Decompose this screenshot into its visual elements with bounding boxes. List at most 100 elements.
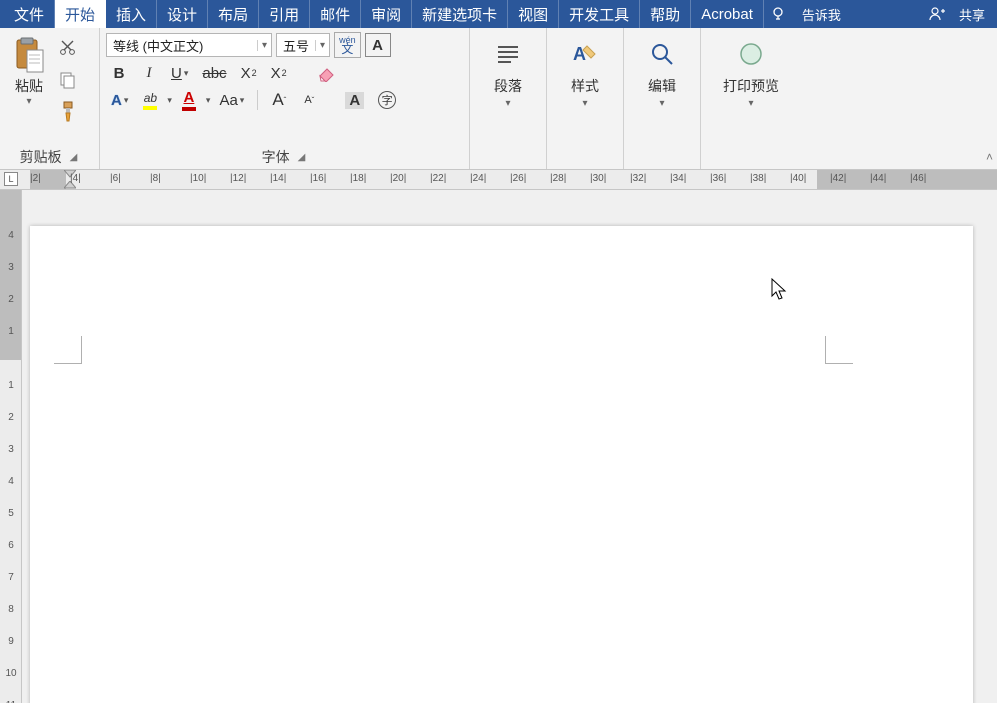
bold-button[interactable]: B (106, 61, 132, 85)
character-border-button[interactable]: A (365, 33, 391, 57)
find-icon (646, 38, 678, 70)
tab-newtab[interactable]: 新建选项卡 (412, 0, 508, 28)
format-painter-button[interactable] (54, 98, 82, 126)
vertical-ruler[interactable]: 43211234567891011 (0, 190, 22, 703)
clear-formatting-button[interactable] (312, 61, 342, 85)
tab-design[interactable]: 设计 (157, 0, 208, 28)
tab-insert[interactable]: 插入 (106, 0, 157, 28)
tab-help[interactable]: 帮助 (640, 0, 691, 28)
group-editing: 编辑 ▾ (624, 28, 701, 169)
font-size-dropdown[interactable]: ▾ (315, 40, 329, 51)
eraser-icon (317, 64, 337, 82)
document-area: 43211234567891011 (0, 190, 997, 703)
lightbulb-icon (764, 0, 792, 28)
ruler-mark: 10 (4, 668, 18, 679)
tab-home[interactable]: 开始 (55, 0, 106, 28)
ribbon-tabbar: 文件 开始 插入 设计 布局 引用 邮件 审阅 新建选项卡 视图 开发工具 帮助… (0, 0, 997, 28)
character-shading-button[interactable]: A (340, 88, 369, 112)
font-name-value: 等线 (中文正文) (107, 36, 257, 55)
italic-button[interactable]: I (136, 61, 162, 85)
font-color-swatch (182, 107, 196, 111)
font-name-dropdown[interactable]: ▾ (257, 40, 271, 51)
group-clipboard-label: 剪贴板 (20, 147, 62, 167)
ruler-mark: |8| (150, 173, 161, 184)
ruler-mark: |20| (390, 173, 406, 184)
tell-me-search[interactable]: 告诉我 (792, 0, 851, 28)
paintbrush-icon (59, 101, 77, 123)
ruler-mark: 9 (4, 636, 18, 647)
document-page[interactable] (30, 226, 973, 703)
print-preview-button[interactable]: 打印预览 ▾ (707, 32, 795, 109)
tab-mailings[interactable]: 邮件 (310, 0, 361, 28)
tab-review[interactable]: 审阅 (361, 0, 412, 28)
ruler-mark: |6| (110, 173, 121, 184)
ruler-mark: |40| (790, 173, 806, 184)
ruler-mark: 2 (4, 294, 18, 305)
copy-button[interactable] (54, 66, 82, 94)
ruler-mark: 5 (4, 508, 18, 519)
margin-corner-tr (825, 336, 853, 364)
tab-selector[interactable]: L (4, 172, 18, 186)
page-surface[interactable] (22, 190, 997, 703)
ruler-mark: |18| (350, 173, 366, 184)
underline-button[interactable]: U▾ (166, 61, 193, 85)
cut-button[interactable] (54, 34, 82, 62)
ruler-mark: |26| (510, 173, 526, 184)
ruler-mark: |14| (270, 173, 286, 184)
clipboard-icon (13, 36, 45, 74)
tab-file[interactable]: 文件 (4, 0, 55, 28)
font-size-value: 五号 (277, 36, 315, 55)
paragraph-label: 段落 (494, 76, 522, 96)
ruler-mark: |32| (630, 173, 646, 184)
superscript-button[interactable]: X2 (266, 61, 292, 85)
highlight-swatch (143, 106, 157, 110)
phonetic-bottom: 文 (341, 45, 353, 54)
ruler-mark: 4 (4, 230, 18, 241)
font-size-combo[interactable]: 五号 ▾ (276, 33, 330, 57)
grow-font-button[interactable]: Aˆ (266, 88, 292, 112)
change-case-button[interactable]: Aa▾ (214, 88, 249, 112)
ruler-mark: |12| (230, 173, 246, 184)
ruler-mark: 3 (4, 444, 18, 455)
ruler-mark: 8 (4, 604, 18, 615)
highlight-color-button[interactable]: ab (137, 88, 163, 112)
ruler-mark: |4| (70, 173, 81, 184)
paragraph-button[interactable]: 段落 ▾ (476, 32, 540, 109)
font-launcher[interactable]: ◢ (296, 152, 308, 163)
phonetic-guide-button[interactable]: wén 文 (334, 32, 361, 58)
font-name-combo[interactable]: 等线 (中文正文) ▾ (106, 33, 272, 57)
text-effects-button[interactable]: A▾ (106, 88, 133, 112)
tab-developer[interactable]: 开发工具 (559, 0, 640, 28)
share-person-icon (923, 0, 951, 28)
horizontal-ruler[interactable]: L |2||4||6||8||10||12||14||16||18||20||2… (0, 170, 997, 190)
ruler-mark: 1 (4, 326, 18, 337)
svg-text:A: A (573, 44, 586, 64)
copy-icon (59, 71, 77, 89)
print-preview-label: 打印预览 (723, 76, 779, 96)
ruler-mark: |38| (750, 173, 766, 184)
collapse-ribbon-button[interactable]: ˄ (986, 150, 993, 164)
editing-button[interactable]: 编辑 ▾ (630, 32, 694, 109)
paste-button[interactable]: 粘贴 ▾ (6, 32, 52, 107)
scissors-icon (59, 39, 77, 57)
ruler-mark: 3 (4, 262, 18, 273)
strikethrough-button[interactable]: abc (197, 61, 231, 85)
styles-icon: A (569, 38, 601, 70)
ruler-mark: |42| (830, 173, 846, 184)
share-button[interactable]: 共享 (951, 0, 993, 28)
tab-references[interactable]: 引用 (259, 0, 310, 28)
shrink-font-button[interactable]: Aˇ (296, 88, 322, 112)
ruler-mark: |30| (590, 173, 606, 184)
group-styles: A 样式 ▾ (547, 28, 624, 169)
ruler-mark: |24| (470, 173, 486, 184)
font-color-button[interactable]: A (176, 88, 202, 112)
tab-view[interactable]: 视图 (508, 0, 559, 28)
tab-acrobat[interactable]: Acrobat (691, 0, 764, 28)
styles-button[interactable]: A 样式 ▾ (553, 32, 617, 109)
tab-layout[interactable]: 布局 (208, 0, 259, 28)
subscript-button[interactable]: X2 (236, 61, 262, 85)
margin-corner-tl (54, 336, 82, 364)
clipboard-launcher[interactable]: ◢ (68, 152, 80, 163)
paste-label: 粘贴 (15, 76, 43, 96)
enclose-characters-button[interactable]: 字 (373, 88, 401, 112)
